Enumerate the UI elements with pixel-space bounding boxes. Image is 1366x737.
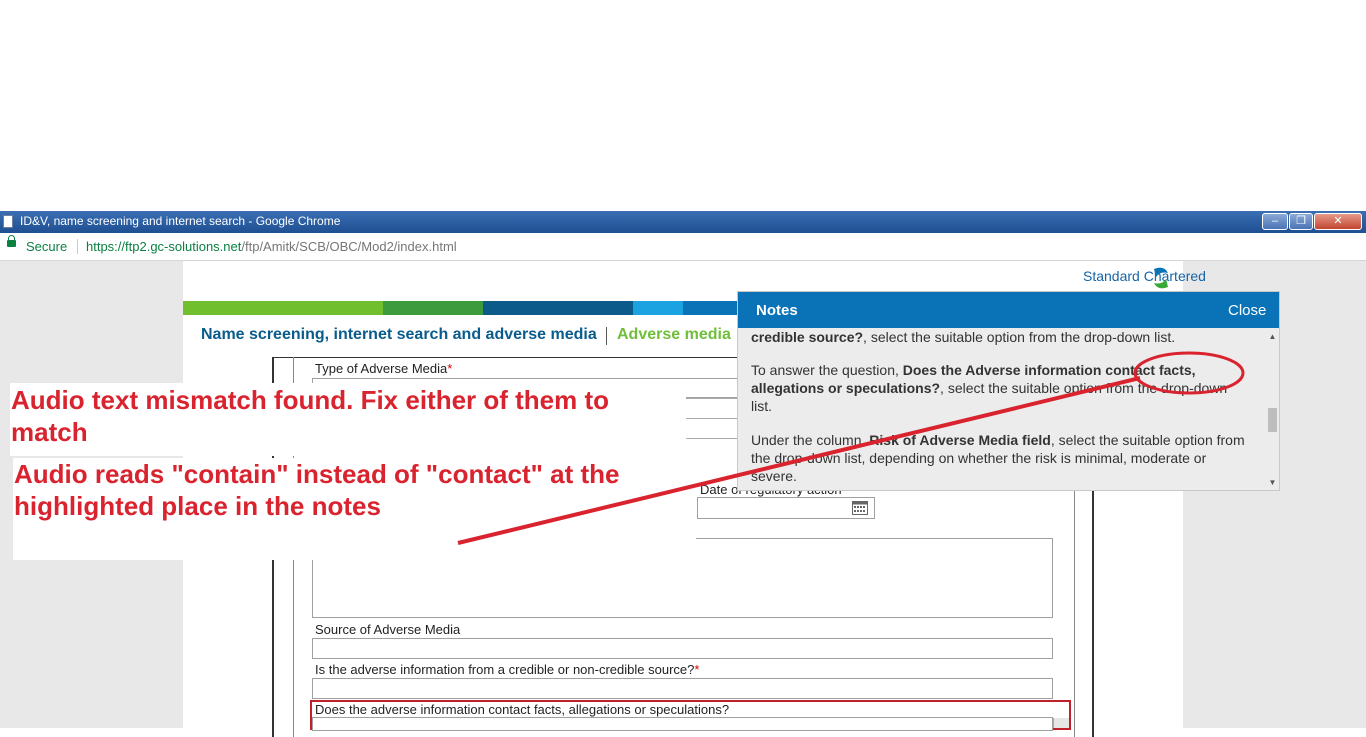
annotation-pointer-overlay [457,351,1245,545]
highlight-ellipse [1133,351,1245,395]
pointer-line [457,376,1141,545]
